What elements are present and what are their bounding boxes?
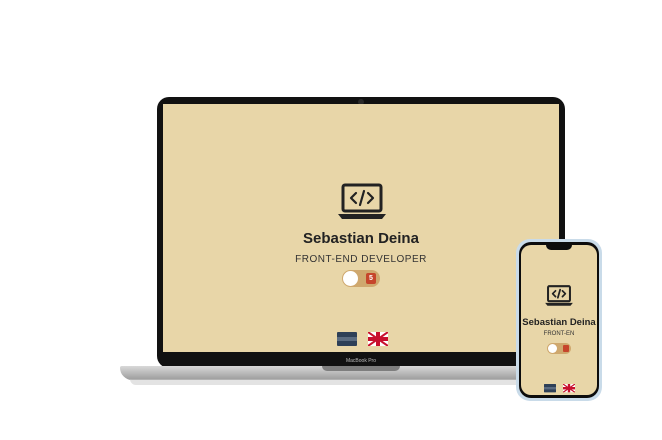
toggle-badge-icon	[563, 345, 569, 352]
flag-gb-icon	[368, 332, 388, 346]
code-laptop-icon	[545, 285, 573, 306]
laptop-hinge-notch	[322, 366, 400, 371]
profile-name: Sebastian Deina	[303, 230, 419, 247]
profile-role: FRONT-EN	[543, 331, 575, 337]
toggle-knob	[548, 344, 557, 353]
theme-toggle[interactable]: 5	[342, 270, 380, 287]
phone-notch	[546, 244, 572, 250]
laptop-brand-label: MacBook Pro	[345, 358, 376, 364]
profile-name: Sebastian Deina	[522, 317, 596, 328]
toggle-badge-icon: 5	[366, 273, 376, 284]
flag-es-icon	[337, 332, 357, 346]
flag-es-icon	[544, 384, 556, 393]
profile-role: FRONT-END DEVELOPER	[295, 254, 427, 265]
code-laptop-icon	[338, 183, 386, 219]
toggle-knob	[343, 271, 358, 286]
laptop-screen	[163, 104, 559, 352]
theme-toggle[interactable]	[547, 343, 571, 354]
flag-gb-icon	[563, 384, 575, 393]
